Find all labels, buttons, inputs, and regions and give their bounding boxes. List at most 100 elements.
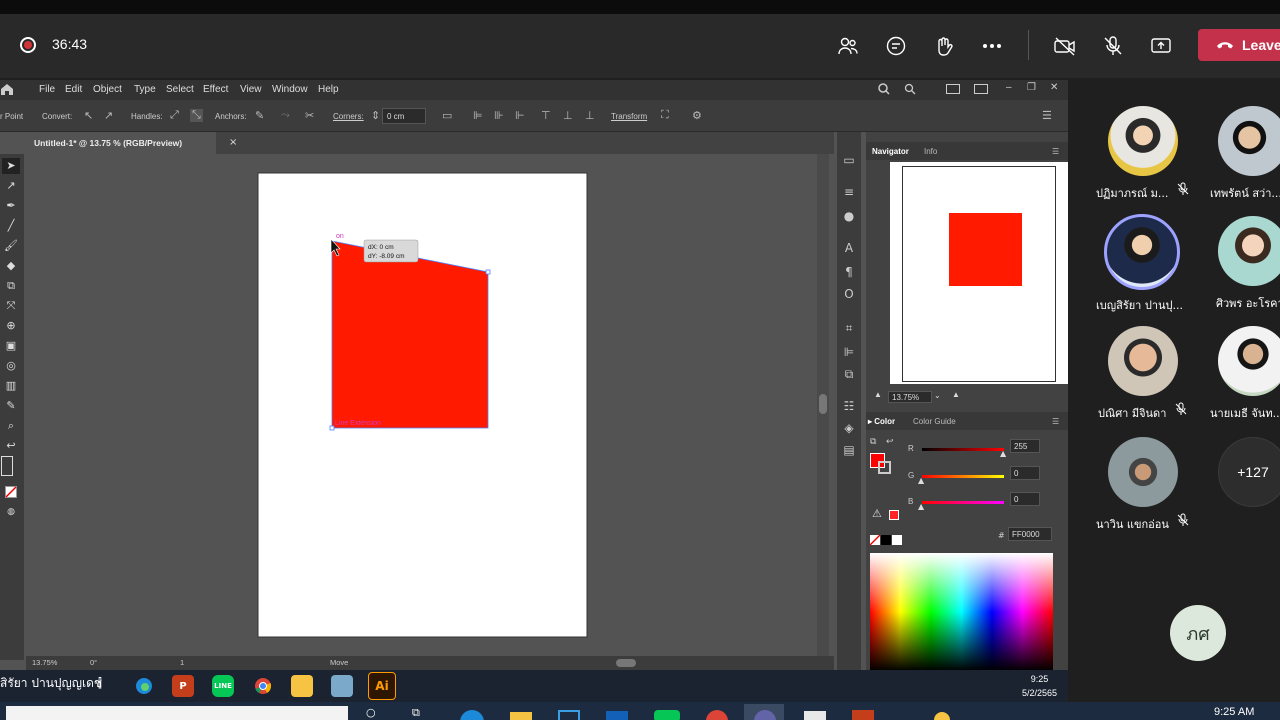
corners-label[interactable]: Corners:: [333, 112, 364, 121]
none-color-icon[interactable]: [2, 486, 20, 502]
g-value-input[interactable]: 0: [1010, 466, 1040, 480]
align-panel-icon[interactable]: ⊫: [841, 344, 857, 360]
opentype-icon[interactable]: O: [841, 286, 857, 302]
navigator-zoom-input[interactable]: 13.75%: [888, 391, 932, 403]
minimize-icon[interactable]: –: [1006, 82, 1012, 93]
menu-view[interactable]: View: [240, 84, 262, 95]
more-options-icon[interactable]: [980, 34, 1004, 58]
stroke-swatch[interactable]: [878, 461, 891, 474]
menu-edit[interactable]: Edit: [65, 84, 82, 95]
line-tool-icon[interactable]: ╱: [2, 218, 20, 234]
eraser-tool-icon[interactable]: ◆: [2, 258, 20, 274]
mail-taskbar-icon[interactable]: [606, 711, 628, 720]
layers-icon[interactable]: ◈: [841, 420, 857, 436]
free-transform-tool-icon[interactable]: ⤧: [2, 298, 20, 314]
remove-anchor-icon[interactable]: ✎: [255, 109, 264, 122]
workspace-icon[interactable]: [974, 84, 988, 94]
share-screen-icon[interactable]: [1149, 34, 1173, 58]
weather-icon[interactable]: [934, 712, 950, 720]
file-explorer-icon[interactable]: [291, 675, 313, 697]
align-left-icon[interactable]: ⊫: [473, 109, 483, 122]
r-slider-thumb[interactable]: ▲: [1000, 449, 1006, 458]
default-colors-icon[interactable]: ⧉: [870, 437, 876, 447]
scale-tool-icon[interactable]: ⧉: [2, 278, 20, 294]
properties-icon[interactable]: ☷: [841, 398, 857, 414]
stroke-panel-icon[interactable]: ≡: [841, 184, 857, 200]
show-handles-icon[interactable]: ⤢: [170, 109, 179, 122]
paintbrush-tool-icon[interactable]: 🖌: [2, 238, 20, 254]
zoom-in-icon[interactable]: ▲: [952, 390, 960, 399]
home-icon[interactable]: [0, 82, 14, 99]
r-value-input[interactable]: 255: [1010, 439, 1040, 453]
corner-stepper-icon[interactable]: ⇕: [371, 109, 380, 122]
self-avatar[interactable]: ภศ: [1170, 605, 1226, 661]
paragraph-icon[interactable]: ¶: [841, 264, 857, 280]
swap-fill-stroke-icon[interactable]: ↩: [886, 437, 894, 447]
b-slider-thumb[interactable]: ▲: [918, 502, 924, 511]
people-icon[interactable]: [836, 34, 860, 58]
search-help-icon[interactable]: [878, 83, 890, 98]
tab-color-guide[interactable]: Color Guide: [913, 417, 956, 426]
search-icon-taskbar[interactable]: ○: [366, 706, 376, 719]
menu-window[interactable]: Window: [272, 84, 308, 95]
line-app-icon[interactable]: LINE: [212, 675, 234, 697]
app-icon[interactable]: [331, 675, 353, 697]
status-zoom[interactable]: 13.75%: [32, 658, 57, 667]
chrome-taskbar-icon[interactable]: [706, 710, 728, 720]
status-artboard-number[interactable]: 1: [180, 658, 184, 667]
vertical-scroll-thumb[interactable]: [819, 394, 827, 414]
gamut-swatch[interactable]: [889, 510, 899, 520]
blend-tool-icon[interactable]: ◎: [2, 358, 20, 374]
tab-info[interactable]: Info: [924, 147, 937, 156]
selection-tool-icon[interactable]: ➤: [2, 158, 20, 174]
arrange-documents-icon[interactable]: [946, 84, 960, 94]
edge-icon[interactable]: [133, 675, 155, 697]
tab-navigator[interactable]: Navigator: [872, 147, 909, 156]
document-tab[interactable]: Untitled-1* @ 13.75 % (RGB/Preview): [26, 132, 216, 154]
graph-tool-icon[interactable]: ▥: [2, 378, 20, 394]
menu-select[interactable]: Select: [166, 84, 194, 95]
status-rotation[interactable]: 0°: [90, 658, 97, 667]
close-icon[interactable]: ✕: [1050, 82, 1058, 93]
menu-file[interactable]: File: [39, 84, 55, 95]
swap-colors-icon[interactable]: ↩: [2, 438, 20, 454]
menu-type[interactable]: Type: [134, 84, 156, 95]
g-slider[interactable]: [922, 475, 1004, 478]
control-menu-icon[interactable]: ☰: [1042, 109, 1052, 122]
menu-object[interactable]: Object: [93, 84, 122, 95]
pen-tool-icon[interactable]: ✒: [2, 198, 20, 214]
g-slider-thumb[interactable]: ▲: [918, 476, 924, 485]
zoom-tool-icon[interactable]: ⌕: [2, 418, 20, 434]
anchor-point-bottom-left[interactable]: [329, 425, 335, 431]
powerpoint-icon[interactable]: P: [172, 675, 194, 697]
navigator-preview[interactable]: [890, 162, 1068, 384]
transform-panel-icon[interactable]: ⌗: [841, 320, 857, 336]
panel-options-icon[interactable]: ⚙: [692, 109, 702, 122]
tab-color[interactable]: ▸ Color: [868, 417, 895, 426]
horizontal-scroll-thumb[interactable]: [616, 659, 636, 667]
ppt-taskbar-icon[interactable]: [852, 710, 874, 720]
out-of-gamut-warning-icon[interactable]: ⚠: [872, 507, 882, 520]
explorer-taskbar-icon[interactable]: [510, 712, 532, 720]
pathfinder-icon[interactable]: ⧉: [841, 366, 857, 382]
gradient-tool-icon[interactable]: ▣: [2, 338, 20, 354]
paint-taskbar-icon[interactable]: [804, 711, 826, 720]
more-participants-button[interactable]: +127: [1218, 437, 1280, 507]
artboards-panel-icon[interactable]: ▤: [841, 442, 857, 458]
align-to-icon[interactable]: ▭: [442, 109, 452, 122]
vertical-scrollbar[interactable]: [817, 154, 829, 660]
store-taskbar-icon[interactable]: [558, 710, 580, 720]
align-right-icon[interactable]: ⊩: [515, 109, 525, 122]
direct-selection-tool-icon[interactable]: ↗: [2, 178, 20, 194]
zoom-dropdown-icon[interactable]: ⌄: [934, 391, 941, 400]
camera-off-icon[interactable]: [1053, 34, 1077, 58]
hide-handles-icon[interactable]: ⤡: [190, 109, 203, 122]
cut-path-icon[interactable]: ✂: [305, 109, 314, 122]
b-slider[interactable]: [922, 501, 1004, 504]
line-taskbar-icon[interactable]: [654, 710, 680, 720]
leave-button[interactable]: Leave: [1198, 29, 1280, 61]
chat-icon[interactable]: [884, 34, 908, 58]
corner-radius-input[interactable]: 0 cm: [382, 108, 426, 124]
transform-link[interactable]: Transform: [611, 112, 647, 121]
zoom-out-icon[interactable]: ▲: [874, 390, 882, 399]
